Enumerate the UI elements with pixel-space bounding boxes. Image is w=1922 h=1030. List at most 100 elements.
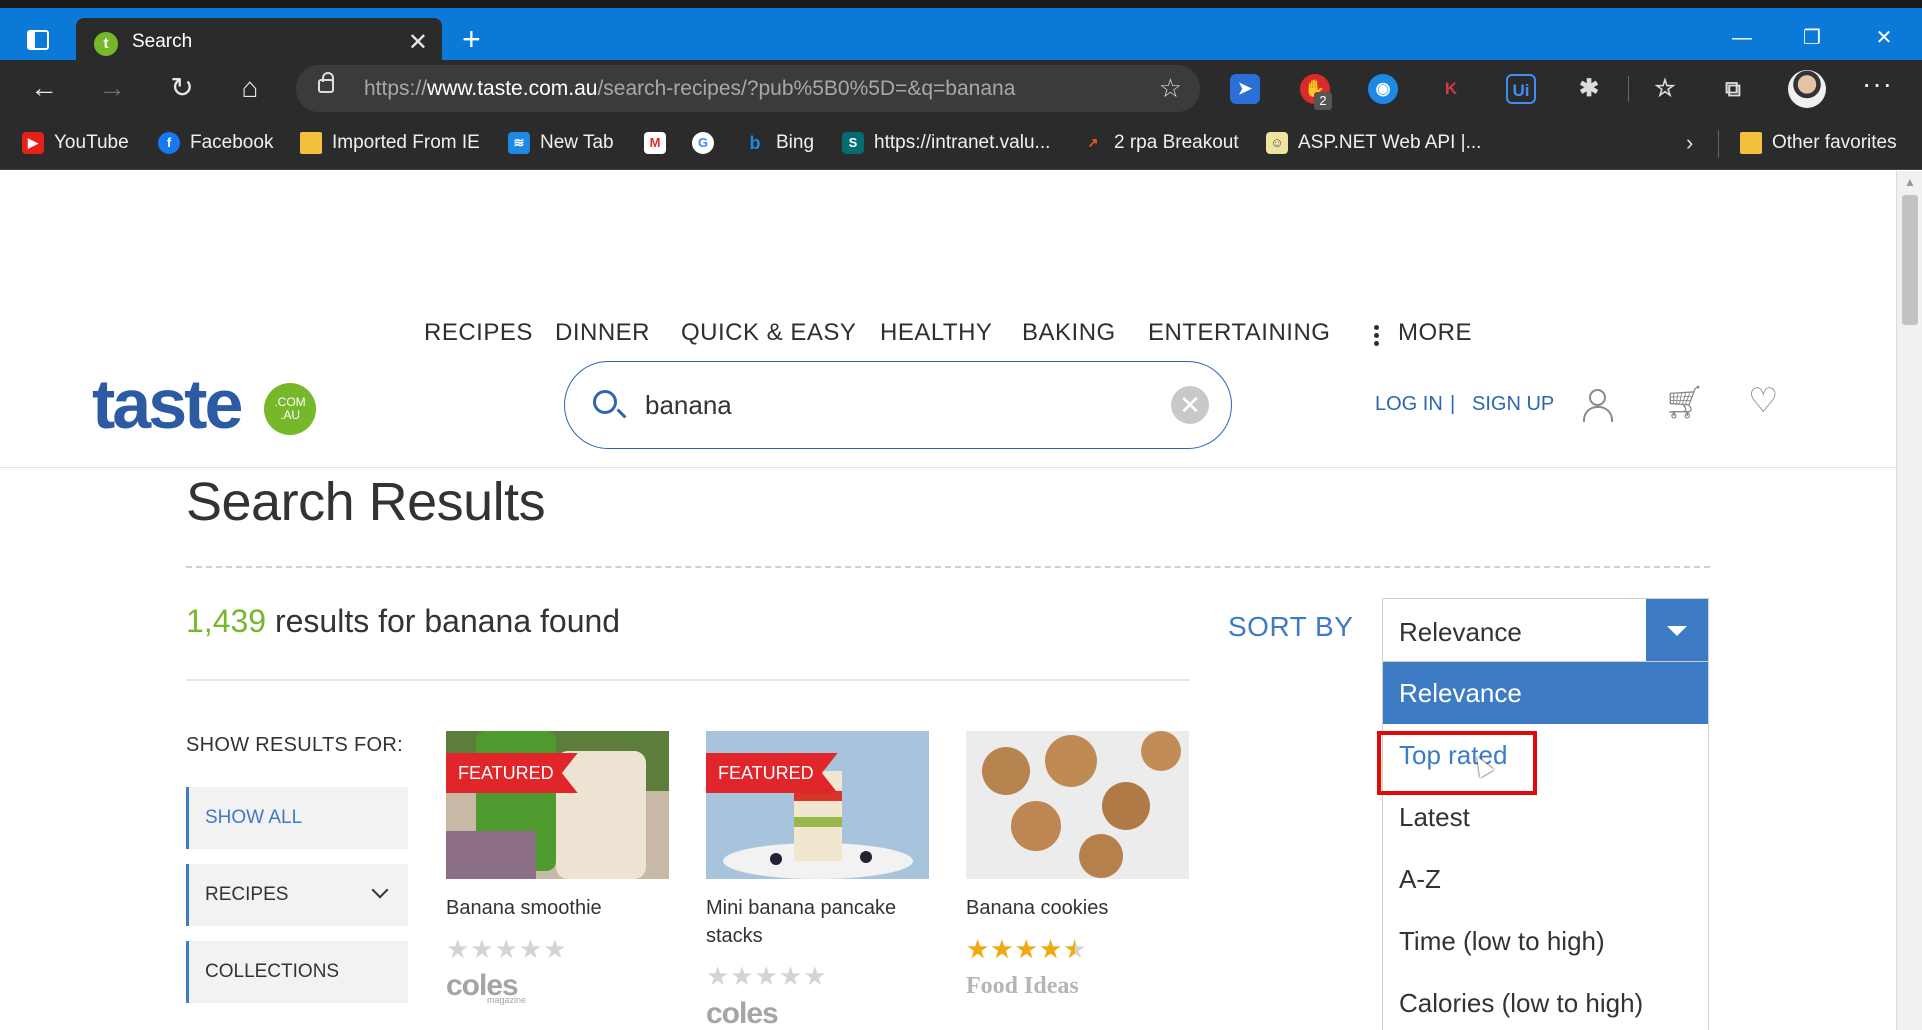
chevron-down-icon[interactable] [1646, 599, 1708, 661]
filter-show-all[interactable]: SHOW ALL [186, 787, 408, 849]
recipe-image[interactable] [966, 731, 1189, 879]
recipe-image[interactable]: FEATURED [706, 731, 929, 879]
ext-k-icon[interactable]: K [1436, 74, 1466, 104]
folder-icon [300, 131, 322, 154]
clear-search-icon[interactable]: ✕ [1171, 386, 1209, 424]
restore-icon[interactable]: ❐ [1800, 26, 1824, 50]
toolbar-divider [1628, 76, 1629, 102]
nav-recipes[interactable]: RECIPES [424, 319, 533, 347]
sharepoint-icon: S [842, 131, 864, 154]
bookmark-gmail[interactable]: M [644, 128, 676, 158]
close-window-icon[interactable]: ✕ [1872, 26, 1896, 50]
recipe-title[interactable]: Banana smoothie [446, 894, 669, 922]
bookmark-new-tab[interactable]: ≋ New Tab [508, 128, 614, 158]
browser-titlebar: t Search ✕ + — ❐ ✕ [0, 0, 1922, 68]
bing-icon: b [749, 132, 761, 153]
nav-more[interactable]: MORE [1398, 319, 1472, 347]
brand-logo: coles magazine [446, 969, 526, 1005]
nav-entertaining[interactable]: ENTERTAINING [1148, 319, 1330, 347]
logo-badge: .COM .AU [264, 383, 316, 435]
rating-stars: ★★★★★ [706, 961, 828, 991]
sort-options-list: Relevance Top rated Latest A-Z Time (low… [1382, 662, 1709, 1030]
refresh-icon[interactable]: ↻ [166, 72, 198, 104]
bookmark-facebook[interactable]: f Facebook [158, 128, 273, 158]
page-scrollbar[interactable]: ▲ [1896, 171, 1922, 1030]
tab-actions-icon[interactable] [27, 30, 49, 50]
new-tab-icon[interactable]: + [462, 23, 481, 55]
bookmarks-overflow-chevron-icon[interactable]: › [1686, 130, 1693, 156]
annotation-highlight-box [1377, 731, 1537, 795]
uipath-icon[interactable]: Ui [1506, 74, 1536, 104]
bookmark-google[interactable]: G [692, 128, 724, 158]
extensions-icon[interactable]: ✱ [1574, 74, 1604, 104]
tab-close-icon[interactable]: ✕ [408, 28, 428, 57]
power-automate-icon[interactable]: ➤ [1230, 74, 1260, 104]
scrollbar-thumb[interactable] [1902, 195, 1918, 325]
results-divider [186, 679, 1190, 681]
url-text[interactable]: https://www.taste.com.au/search-recipes/… [364, 77, 1015, 101]
recipe-title[interactable]: Banana cookies [966, 894, 1189, 922]
collections-icon[interactable]: ⧉ [1718, 74, 1748, 104]
search-input[interactable] [645, 390, 1145, 421]
bookmark-rpa-breakout[interactable]: ↗ 2 rpa Breakout [1082, 128, 1239, 158]
title-divider [186, 566, 1710, 568]
bookmarks-divider [1718, 130, 1719, 158]
bookmarks-bar: ▶ YouTube f Facebook Imported From IE ≋ New… [0, 118, 1922, 170]
recipe-title[interactable]: Mini banana pancake stacks [706, 894, 929, 950]
saved-heart-icon[interactable]: ♡ [1748, 381, 1778, 421]
bookmark-bing[interactable]: b Bing [744, 128, 815, 158]
brand-logo: Food Ideas [966, 973, 1079, 999]
sort-option-calories[interactable]: Calories (low to high) [1383, 972, 1708, 1030]
results-count: 1,439 results for banana found [186, 603, 621, 639]
nav-baking[interactable]: BAKING [1022, 319, 1116, 347]
web-page: RECIPES DINNER QUICK & EASY HEALTHY BAKI… [0, 171, 1896, 1030]
filter-heading: SHOW RESULTS FOR: [186, 734, 403, 756]
bookmark-aspnet[interactable]: ☺ ASP.NET Web API |... [1266, 128, 1481, 158]
profile-avatar[interactable] [1788, 70, 1826, 108]
nav-dinner[interactable]: DINNER [555, 319, 650, 347]
user-account-icon[interactable] [1580, 389, 1613, 422]
cart-icon[interactable]: 🛒︎ [1664, 383, 1705, 421]
nav-healthy[interactable]: HEALTHY [880, 319, 992, 347]
bookmark-youtube[interactable]: ▶ YouTube [22, 128, 129, 158]
sort-option-latest[interactable]: Latest [1383, 786, 1708, 848]
gmail-icon: M [644, 131, 666, 154]
sort-dropdown[interactable]: Relevance [1382, 598, 1709, 662]
favorites-icon[interactable]: ☆ [1650, 74, 1680, 104]
search-bar[interactable]: ✕ [564, 361, 1232, 449]
address-bar[interactable]: https://www.taste.com.au/search-recipes/… [296, 65, 1200, 112]
more-dots-icon[interactable] [1374, 325, 1380, 349]
scroll-up-icon[interactable]: ▲ [1904, 175, 1916, 189]
nav-quick-easy[interactable]: QUICK & EASY [681, 319, 856, 347]
header-divider [0, 467, 1896, 468]
sort-selected-value: Relevance [1399, 617, 1522, 647]
filter-recipes[interactable]: RECIPES [186, 864, 408, 926]
bookmark-imported-from-ie[interactable]: Imported From IE [300, 128, 480, 158]
aspnet-icon: ☺ [1266, 131, 1288, 154]
wifi-icon: ≋ [508, 131, 530, 154]
ext-blue-icon[interactable]: ◉ [1368, 74, 1398, 104]
sort-by-label: SORT BY [1228, 611, 1354, 642]
browser-toolbar: ← → ↻ ⌂ https://www.taste.com.au/search-… [0, 60, 1922, 118]
home-icon[interactable]: ⌂ [234, 72, 266, 104]
page-title: Search Results [186, 472, 546, 532]
rating-stars: ★★★★★ ★★★★★ [966, 934, 1088, 964]
bookmark-other-favorites[interactable]: Other favorites [1740, 128, 1897, 158]
forward-icon[interactable]: → [96, 72, 128, 104]
sort-option-relevance[interactable]: Relevance [1383, 662, 1708, 724]
lock-icon[interactable] [318, 72, 334, 93]
add-favorite-icon[interactable]: ☆ [1159, 73, 1182, 104]
bookmark-intranet[interactable]: Shttps://intranet.valu... [842, 128, 1050, 158]
search-icon[interactable] [593, 390, 617, 414]
filter-collections[interactable]: COLLECTIONS [186, 941, 408, 1003]
minimize-icon[interactable]: — [1730, 26, 1754, 50]
recipe-image[interactable]: FEATURED [446, 731, 669, 879]
back-icon[interactable]: ← [28, 72, 60, 104]
sort-option-time[interactable]: Time (low to high) [1383, 910, 1708, 972]
signup-link[interactable]: SIGN UP [1472, 393, 1554, 416]
tab-title: Search [132, 31, 193, 52]
settings-more-icon[interactable]: ··· [1862, 68, 1893, 100]
taste-favicon-icon: t [94, 32, 118, 56]
login-link[interactable]: LOG IN [1375, 393, 1443, 416]
sort-option-a-z[interactable]: A-Z [1383, 848, 1708, 910]
